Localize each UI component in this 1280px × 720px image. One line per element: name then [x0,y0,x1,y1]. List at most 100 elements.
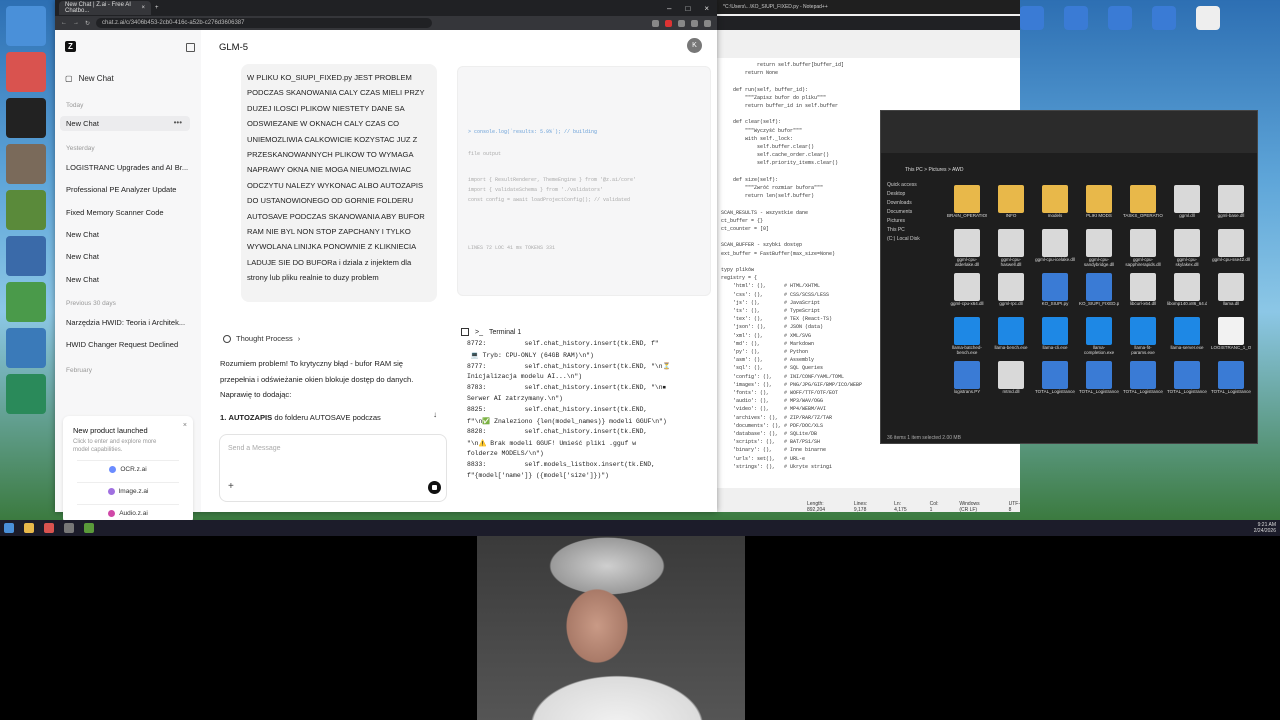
file-item[interactable]: llama.dll [1209,273,1253,311]
file-item[interactable]: ggml.dll [1165,185,1209,223]
browser-tab[interactable]: New Chat | Z.ai - Free AI Chatbo... × [59,1,151,15]
avatar[interactable]: K [687,38,702,53]
file-item[interactable]: libcurl-x64.dll [1121,273,1165,311]
file-item[interactable]: llama-completion.exe [1077,317,1121,355]
promo-link-image[interactable]: Image.z.ai [77,482,179,499]
file-item[interactable]: llama-bench.exe [989,317,1033,355]
address-bar[interactable]: chat.z.ai/c/3406b453-2cb0-416c-a52b-c276… [96,18,433,28]
browser-taskbar-icon[interactable] [44,523,54,533]
clock[interactable]: 9:21 AM 2/24/2026 [1254,522,1276,534]
stop-button[interactable] [428,481,441,494]
file-item[interactable]: TOTAL_Logistrance_MULTIGSM_OSADOWANIEM_V… [1209,361,1253,399]
sidebar-item[interactable]: New Chat [66,230,190,239]
new-product-card[interactable]: New product launched Click to enter and … [63,416,193,524]
file-item[interactable]: TOTAL_Logistrance_MULTIGSM_OSADOWANIEM_V… [1077,361,1121,399]
sidebar-item[interactable]: Fixed Memory Scanner Code [66,208,190,217]
notepad-taskbar-icon[interactable] [84,523,94,533]
scroll-down-icon[interactable]: ↓ [433,410,437,419]
explorer-nav-pane[interactable]: Quick access Desktop Downloads Documents Pic… [887,181,920,244]
terminal-panel[interactable]: >_ Terminal 1 8772: self.chat_history.in… [457,326,709,512]
promo-link-ocr[interactable]: OCR.z.ai [77,460,179,477]
notepad-tabs[interactable] [717,16,1020,30]
nav-item[interactable]: Pictures [887,217,920,226]
file-item[interactable]: llama-server.exe [1165,317,1209,355]
desktop-icon[interactable] [1108,6,1132,30]
extension-icon[interactable] [665,19,672,27]
desktop-icon[interactable] [0,282,52,322]
desktop-icon[interactable] [0,6,52,46]
file-item[interactable]: TOTAL_Logistrance_MULTIGSM_OSADOWANIEM.p… [1033,361,1077,399]
thought-process-toggle[interactable]: Thought Process › [223,334,300,343]
explorer-address-bar[interactable]: This PC > Pictures > AWD [905,167,963,173]
desktop-icon[interactable] [0,52,52,92]
sidebar-item[interactable]: LOGISTRANC Upgrades and AI Br... [66,163,190,172]
nav-item[interactable]: Desktop [887,190,920,199]
promo-link-audio[interactable]: Audio.z.ai [77,504,179,521]
file-item[interactable]: TOTAL_Logistrance_MULTIGSM_OSADOWANIEM_V… [1165,361,1209,399]
close-icon[interactable]: × [183,422,187,429]
file-item[interactable]: ggml-cpu-alderlake.dll [945,229,989,267]
sidebar-item[interactable]: Narzędzia HWID: Teoria i Architek... [66,318,190,327]
more-options-icon[interactable]: ••• [174,118,182,127]
terminal-tab[interactable]: >_ Terminal 1 [461,328,521,336]
sidebar-item[interactable]: New Chat [66,252,190,261]
nav-item[interactable]: Quick access [887,181,920,190]
desktop-icon[interactable] [0,144,52,184]
attach-plus-icon[interactable]: + [228,481,234,492]
file-item[interactable]: ggml-cpu-icelake.dll [1033,229,1077,267]
message-input[interactable]: Send a Message + [219,434,447,502]
file-item[interactable]: ggml-cpu-skylakex.dll [1165,229,1209,267]
maximize-icon[interactable]: □ [685,4,690,13]
extension-icon[interactable] [691,19,698,27]
desktop-icon[interactable] [0,98,52,138]
artifact-preview[interactable]: > console.log(`results: 5.9%`); // build… [457,66,711,296]
file-item[interactable]: TASKS_OPERATIONS [1121,185,1165,223]
new-chat-button[interactable]: ▢ New Chat [65,74,114,83]
nav-item[interactable]: Documents [887,208,920,217]
file-item[interactable]: ggml-cpu-sapphirerapids.dll [1121,229,1165,267]
extension-icon[interactable] [652,19,659,27]
sidebar-item[interactable]: Professional PE Analyzer Update [66,185,190,194]
file-item[interactable]: INFO [989,185,1033,223]
file-item[interactable]: mtmd.dll [989,361,1033,399]
start-icon[interactable] [4,523,14,533]
desktop-icon[interactable] [1064,6,1088,30]
nav-item[interactable]: (C:) Local Disk [887,235,920,244]
file-item[interactable]: ggml-cpu-sandybridge.dll [1077,229,1121,267]
file-item[interactable]: KO_SIUPI.py [1033,273,1077,311]
nav-item[interactable]: This PC [887,226,920,235]
desktop-icon[interactable] [0,328,52,368]
file-item[interactable]: models [1033,185,1077,223]
file-item[interactable]: ggml-base.dll [1209,185,1253,223]
app-taskbar-icon[interactable] [64,523,74,533]
forward-icon[interactable]: → [73,20,79,26]
file-item[interactable]: llama-fit-params.exe [1121,317,1165,355]
minimize-icon[interactable]: – [667,4,671,13]
file-item[interactable]: llama-batched-bench.exe [945,317,989,355]
file-item[interactable]: libomp140.x86_64.dll [1165,273,1209,311]
new-tab-icon[interactable]: + [155,5,159,11]
file-item[interactable]: logistrans.PY [945,361,989,399]
file-item[interactable]: TOTAL_Logistrance_MULTIGSM_OSADOWANIEM_V… [1121,361,1165,399]
model-selector[interactable]: GLM-5 [219,42,248,53]
nav-item[interactable]: Downloads [887,199,920,208]
desktop-icon[interactable] [1152,6,1176,30]
desktop-icon[interactable] [1196,6,1220,30]
extension-icon[interactable] [704,19,711,27]
back-icon[interactable]: ← [61,20,67,26]
extension-icon[interactable] [678,19,685,27]
file-item[interactable]: PLIKI MODS [1077,185,1121,223]
explorer-taskbar-icon[interactable] [24,523,34,533]
close-window-icon[interactable]: × [704,4,709,13]
sidebar-collapse-icon[interactable] [186,43,195,52]
desktop-icon[interactable] [0,236,52,276]
desktop-icon[interactable] [1020,6,1044,30]
file-item[interactable]: ggml-rpc.dll [989,273,1033,311]
sidebar-item-active-chat[interactable]: New Chat ••• [60,116,190,131]
desktop-icon[interactable] [0,190,52,230]
file-item[interactable]: KO_SIUPI_FIXED.py [1077,273,1121,311]
file-item[interactable]: LOGISTRANC_1_OG.txt [1209,317,1253,355]
close-tab-icon[interactable]: × [141,5,145,11]
file-item[interactable]: ggml-cpu-haswell.dll [989,229,1033,267]
file-item[interactable]: ggml-cpu-sse42.dll [1209,229,1253,267]
